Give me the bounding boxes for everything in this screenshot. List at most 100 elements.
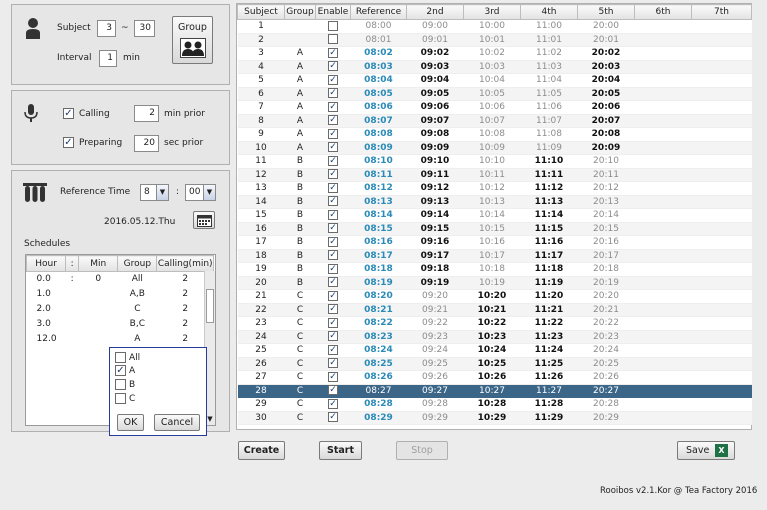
enable-checkbox[interactable]: ✓ (328, 290, 338, 301)
enable-checkbox[interactable] (328, 34, 338, 44)
schedule-row[interactable]: 1.0 A,B 2 (26, 286, 214, 302)
grid-header-3rd[interactable]: 3rd (463, 4, 521, 20)
dropdown-checkbox-b[interactable] (115, 379, 126, 390)
grid-header-enable[interactable]: Enable (315, 4, 351, 20)
subject-from-input[interactable]: 3 (97, 20, 116, 37)
sched-header-colon[interactable]: : (65, 255, 80, 272)
grid-row[interactable]: 7 A ✓ 08:06 09:06 10:06 11:06 20:06 (237, 100, 752, 115)
dropdown-item-c[interactable]: C (115, 393, 135, 404)
schedule-row[interactable]: 0.0:0 All 2 (26, 271, 214, 287)
enable-checkbox[interactable]: ✓ (328, 344, 338, 355)
grid-row[interactable]: 21 C ✓ 08:20 09:20 10:20 11:20 20:20 (237, 289, 752, 304)
enable-checkbox[interactable]: ✓ (328, 371, 338, 382)
start-button[interactable]: Start (319, 441, 362, 460)
dropdown-item-a[interactable]: ✓ A (115, 365, 135, 376)
grid-row[interactable]: 6 A ✓ 08:05 09:05 10:05 11:05 20:05 (237, 87, 752, 101)
grid-row[interactable]: 9 A ✓ 08:08 09:08 10:08 11:08 20:08 (237, 127, 752, 142)
enable-checkbox[interactable]: ✓ (328, 209, 338, 220)
enable-checkbox[interactable]: ✓ (328, 196, 338, 206)
grid-row[interactable]: 14 B ✓ 08:13 09:13 10:13 11:13 20:13 (237, 195, 752, 209)
enable-checkbox[interactable]: ✓ (328, 277, 338, 287)
sched-header-min[interactable]: Min (78, 255, 119, 272)
enable-checkbox[interactable]: ✓ (328, 47, 338, 58)
stop-button[interactable]: Stop (396, 441, 448, 460)
grid-header-2nd[interactable]: 2nd (406, 4, 464, 20)
enable-checkbox[interactable]: ✓ (328, 250, 338, 260)
enable-checkbox[interactable]: ✓ (328, 155, 338, 166)
enable-checkbox[interactable]: ✓ (328, 412, 338, 422)
grid-row[interactable]: 8 A ✓ 08:07 09:07 10:07 11:07 20:07 (237, 114, 752, 128)
grid-row[interactable]: 17 B ✓ 08:16 09:16 10:16 11:16 20:16 (237, 235, 752, 250)
enable-checkbox[interactable]: ✓ (328, 385, 338, 395)
enable-checkbox[interactable]: ✓ (328, 304, 338, 314)
grid-row[interactable]: 15 B ✓ 08:14 09:14 10:14 11:14 20:14 (237, 208, 752, 223)
grid-row[interactable]: 24 C ✓ 08:23 09:23 10:23 11:23 20:23 (237, 330, 752, 344)
grid-row[interactable]: 11 B ✓ 08:10 09:10 10:10 11:10 20:10 (237, 154, 752, 169)
dropdown-item-all[interactable]: All (115, 352, 140, 363)
grid-row[interactable]: 30 C ✓ 08:29 09:29 10:29 11:29 20:29 (237, 411, 752, 425)
preparing-checkbox[interactable]: ✓ (63, 137, 74, 148)
group-button[interactable]: Group (172, 16, 213, 64)
interval-input[interactable]: 1 (99, 50, 117, 67)
grid-header-7th[interactable]: 7th (691, 4, 752, 20)
grid-row[interactable]: 3 A ✓ 08:02 09:02 10:02 11:02 20:02 (237, 46, 752, 61)
enable-checkbox[interactable]: ✓ (328, 74, 338, 85)
create-button[interactable]: Create (238, 441, 285, 460)
dropdown-ok-button[interactable]: OK (117, 414, 144, 431)
preparing-seconds-input[interactable]: 20 (134, 135, 159, 152)
dropdown-checkbox-c[interactable] (115, 393, 126, 404)
enable-checkbox[interactable]: ✓ (328, 115, 338, 125)
dropdown-checkbox-all[interactable] (115, 352, 126, 363)
dropdown-checkbox-a[interactable]: ✓ (115, 365, 126, 376)
grid-header-reference[interactable]: Reference (350, 4, 407, 20)
enable-checkbox[interactable] (328, 20, 338, 31)
calendar-button[interactable] (193, 211, 215, 229)
grid-header-6th[interactable]: 6th (634, 4, 692, 20)
grid-header-subject[interactable]: Subject (237, 4, 285, 20)
schedule-row[interactable]: 12.0 A 2 (26, 331, 214, 347)
grid-row[interactable]: 26 C ✓ 08:25 09:25 10:25 11:25 20:25 (237, 357, 752, 371)
grid-row[interactable]: 12 B ✓ 08:11 09:11 10:11 11:11 20:11 (237, 168, 752, 182)
reference-hour-select[interactable]: 8 ▼ (140, 184, 169, 201)
enable-checkbox[interactable]: ✓ (328, 128, 338, 139)
grid-row[interactable]: 20 B ✓ 08:19 09:19 10:19 11:19 20:19 (237, 276, 752, 290)
enable-checkbox[interactable]: ✓ (328, 101, 338, 112)
grid-row[interactable]: 16 B ✓ 08:15 09:15 10:15 11:15 20:15 (237, 222, 752, 236)
enable-checkbox[interactable]: ✓ (328, 317, 338, 328)
grid-row[interactable]: 13 B ✓ 08:12 09:12 10:12 11:12 20:12 (237, 181, 752, 196)
grid-row[interactable]: 18 B ✓ 08:17 09:17 10:17 11:17 20:17 (237, 249, 752, 263)
grid-row[interactable]: 25 C ✓ 08:24 09:24 10:24 11:24 20:24 (237, 343, 752, 358)
enable-checkbox[interactable]: ✓ (328, 88, 338, 98)
grid-row[interactable]: 2 08:01 09:01 10:01 11:01 20:01 (237, 33, 752, 47)
sched-header-group[interactable]: Group (117, 255, 158, 272)
grid-row[interactable]: 19 B ✓ 08:18 09:18 10:18 11:18 20:18 (237, 262, 752, 277)
schedule-row[interactable]: 2.0 C 2 (26, 301, 214, 317)
grid-row[interactable]: 1 08:00 09:00 10:00 11:00 20:00 (237, 19, 752, 34)
sched-header-hour[interactable]: Hour (25, 255, 67, 272)
enable-checkbox[interactable]: ✓ (328, 358, 338, 368)
save-button[interactable]: Save X (677, 441, 735, 460)
grid-header-5th[interactable]: 5th (577, 4, 635, 20)
grid-row[interactable]: 5 A ✓ 08:04 09:04 10:04 11:04 20:04 (237, 73, 752, 88)
grid-header-group[interactable]: Group (284, 4, 316, 20)
sched-header-calling[interactable]: Calling(min) (156, 255, 214, 272)
schedule-row[interactable]: 3.0 B,C 2 (26, 316, 214, 332)
grid-row[interactable]: 28 C ✓ 08:27 09:27 10:27 11:27 20:27 (237, 384, 752, 398)
grid-row[interactable]: 23 C ✓ 08:22 09:22 10:22 11:22 20:22 (237, 316, 752, 331)
grid-row[interactable]: 4 A ✓ 08:03 09:03 10:03 11:03 20:03 (237, 60, 752, 74)
grid-row[interactable]: 29 C ✓ 08:28 09:28 10:28 11:28 20:28 (237, 397, 752, 412)
enable-checkbox[interactable]: ✓ (328, 182, 338, 193)
calling-minutes-input[interactable]: 2 (134, 105, 159, 122)
schedules-scroll-thumb[interactable] (206, 289, 214, 323)
grid-row[interactable]: 22 C ✓ 08:21 09:21 10:21 11:21 20:21 (237, 303, 752, 317)
enable-checkbox[interactable]: ✓ (328, 398, 338, 409)
grid-row[interactable]: 27 C ✓ 08:26 09:26 10:26 11:26 20:26 (237, 370, 752, 385)
enable-checkbox[interactable]: ✓ (328, 169, 338, 179)
enable-checkbox[interactable]: ✓ (328, 331, 338, 341)
enable-checkbox[interactable]: ✓ (328, 223, 338, 233)
enable-checkbox[interactable]: ✓ (328, 236, 338, 247)
grid-header-4th[interactable]: 4th (520, 4, 578, 20)
dropdown-item-b[interactable]: B (115, 379, 135, 390)
enable-checkbox[interactable]: ✓ (328, 142, 338, 152)
enable-checkbox[interactable]: ✓ (328, 263, 338, 274)
